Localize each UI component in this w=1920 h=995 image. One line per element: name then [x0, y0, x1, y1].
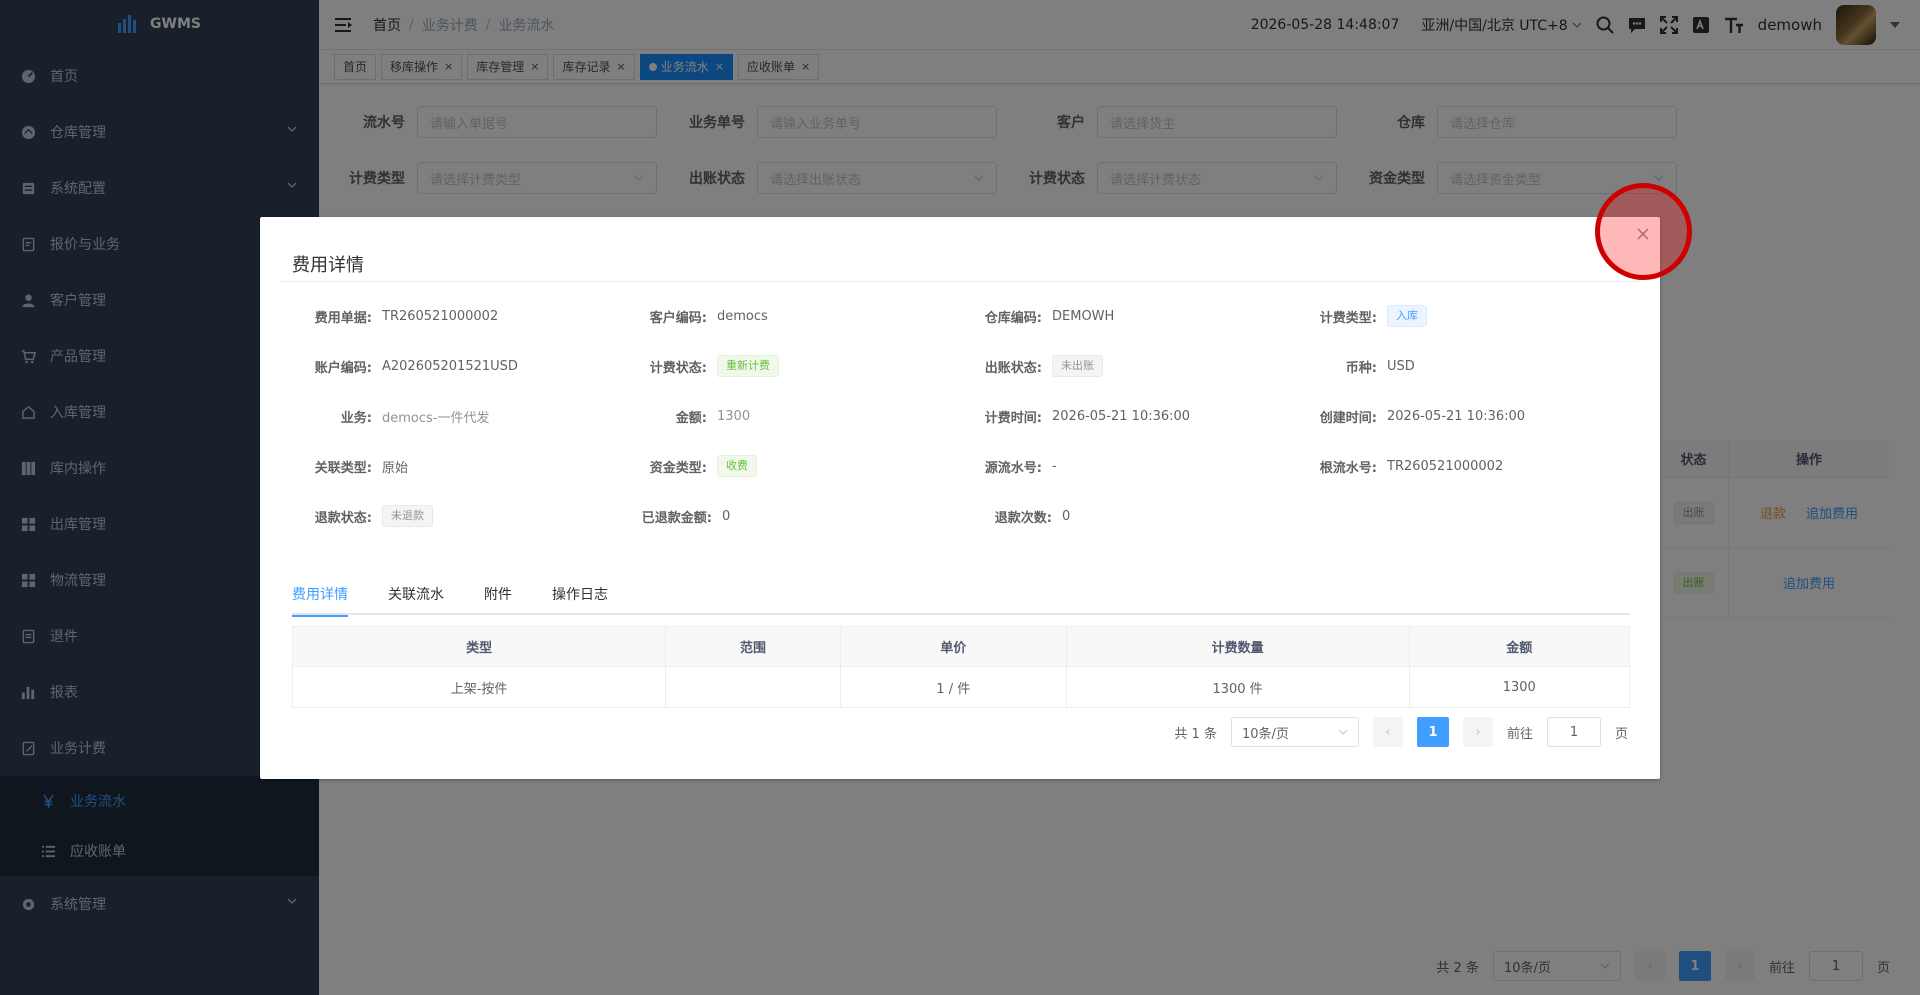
info-label: 业务: — [340, 410, 372, 426]
info-field: 计费类型: 入库 — [1295, 304, 1630, 328]
status-badge: 收费 — [717, 455, 757, 477]
info-field: 根流水号: TR260521000002 — [1295, 454, 1630, 478]
info-value: 0 — [1062, 508, 1071, 524]
info-value: 2026-05-21 10:36:00 — [1052, 408, 1191, 424]
goto-label: 前往 — [1506, 726, 1533, 742]
info-value: USD — [1387, 358, 1415, 374]
info-label: 根流水号: — [1319, 460, 1377, 476]
page-size-select[interactable]: 10条/页 — [1230, 717, 1359, 747]
info-field: 客户编码: democs — [625, 304, 960, 328]
info-field: 币种: USD — [1295, 354, 1630, 378]
table-cell: 上架-按件 — [291, 666, 667, 708]
info-field: 已退款金额: 0 — [630, 504, 970, 528]
info-label: 币种: — [1345, 360, 1377, 376]
info-value: TR260521000002 — [382, 308, 499, 324]
info-value: democs-一件代发 — [382, 410, 490, 426]
dialog-tab-3[interactable]: 操作日志 — [552, 573, 608, 615]
status-badge: 入库 — [1387, 305, 1427, 327]
info-label: 关联类型: — [314, 460, 372, 476]
column-header: 金额 — [1408, 626, 1630, 667]
info-field: 退款次数: 0 — [970, 504, 1310, 528]
info-field: 关联类型: 原始 — [290, 454, 625, 478]
info-value: 原始 — [382, 460, 409, 476]
info-field: 资金类型: 收费 — [625, 454, 960, 478]
info-value: 2026-05-21 10:36:00 — [1387, 408, 1526, 424]
info-value: DEMOWH — [1052, 308, 1115, 324]
table-cell: 1 / 件 — [839, 666, 1067, 708]
info-grid: 费用单据: TR260521000002 客户编码: democs 仓库编码: DEMOW… — [290, 304, 1630, 554]
fee-detail-dialog: 费用详情 费用单据: TR260521000002 客户编码: democs 仓库编码:… — [260, 217, 1660, 779]
info-value: A202605201521USD — [382, 358, 518, 374]
page-unit: 页 — [1614, 726, 1628, 742]
info-label: 账户编码: — [314, 360, 372, 376]
table-cell — [665, 666, 841, 708]
info-field: 创建时间: 2026-05-21 10:36:00 — [1295, 404, 1630, 428]
info-label: 费用单据: — [314, 310, 372, 326]
status-badge: 未退款 — [382, 505, 433, 527]
info-field: 费用单据: TR260521000002 — [290, 304, 625, 328]
dialog-title: 费用详情 — [292, 255, 364, 276]
info-field: 源流水号: - — [960, 454, 1295, 478]
info-label: 客户编码: — [649, 310, 707, 326]
status-badge: 重新计费 — [717, 355, 779, 377]
info-field: 计费时间: 2026-05-21 10:36:00 — [960, 404, 1295, 428]
pager-total: 共 1 条 — [1174, 726, 1217, 742]
info-field: 业务: democs-一件代发 — [290, 404, 625, 428]
info-label: 已退款金额: — [641, 510, 712, 526]
info-label: 计费类型: — [1319, 310, 1377, 326]
info-label: 退款状态: — [314, 510, 372, 526]
info-label: 出账状态: — [984, 360, 1042, 376]
status-badge: 未出账 — [1052, 355, 1103, 377]
info-label: 资金类型: — [649, 460, 707, 476]
info-field: 退款状态: 未退款 — [290, 504, 630, 528]
goto-page-input[interactable]: 1 — [1546, 717, 1601, 747]
next-page-button[interactable]: › — [1462, 717, 1493, 747]
dialog-tab-1[interactable]: 关联流水 — [388, 573, 444, 615]
column-header: 单价 — [839, 626, 1067, 667]
page-size-label: 10条/页 — [1241, 726, 1289, 742]
dialog-tab-2[interactable]: 附件 — [484, 573, 512, 615]
prev-page-button[interactable]: ‹ — [1372, 717, 1403, 747]
info-field: 金额: 1300 — [625, 404, 960, 428]
info-label: 计费时间: — [984, 410, 1042, 426]
info-value: - — [1052, 458, 1057, 474]
column-header: 范围 — [665, 626, 841, 667]
dialog-tabs: 费用详情 关联流水 附件 操作日志 — [292, 573, 1630, 617]
info-value: 0 — [722, 508, 731, 524]
info-label: 金额: — [675, 410, 707, 426]
info-label: 仓库编码: — [984, 310, 1042, 326]
info-label: 计费状态: — [649, 360, 707, 376]
info-field: 账户编码: A202605201521USD — [290, 354, 625, 378]
info-value: 1300 — [717, 408, 751, 424]
dialog-tab-0[interactable]: 费用详情 — [292, 573, 348, 617]
info-value: democs — [717, 308, 768, 324]
info-field: 仓库编码: DEMOWH — [960, 304, 1295, 328]
column-header: 计费数量 — [1065, 626, 1410, 667]
info-label: 退款次数: — [994, 510, 1052, 526]
info-label: 源流水号: — [984, 460, 1042, 476]
close-button-highlight — [1595, 183, 1692, 280]
table-cell: 1300 件 — [1065, 666, 1410, 708]
table-row: 上架-按件 1 / 件 1300 件 1300 — [291, 666, 1630, 708]
info-label: 创建时间: — [1319, 410, 1377, 426]
page-number[interactable]: 1 — [1416, 717, 1449, 747]
chevron-down-icon — [1338, 729, 1348, 735]
info-field: 出账状态: 未出账 — [960, 354, 1295, 378]
dialog-pagination: 共 1 条 10条/页 ‹ 1 › 前往 1 页 — [1174, 717, 1628, 747]
fee-table: 类型 范围 单价 计费数量 金额 上架-按件 1 / 件 1300 件 1300 — [291, 626, 1630, 708]
info-field: 计费状态: 重新计费 — [625, 354, 960, 378]
table-cell: 1300 — [1408, 666, 1630, 708]
root-serial-link[interactable]: TR260521000002 — [1387, 459, 1503, 474]
column-header: 类型 — [291, 626, 667, 667]
